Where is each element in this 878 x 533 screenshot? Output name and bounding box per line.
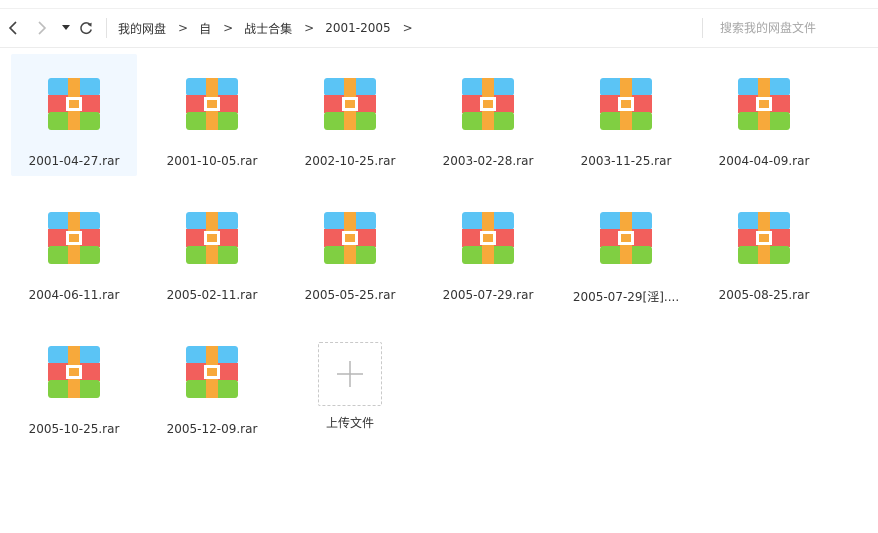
file-item[interactable]: 2005-07-29[淫]....	[563, 188, 689, 310]
breadcrumb: 我的网盘 > 自 > 战士合集 > 2001-2005 >	[118, 9, 424, 47]
breadcrumb-separator: >	[223, 21, 234, 35]
file-name: 2005-07-29.rar	[442, 288, 534, 302]
toolbar-divider	[106, 18, 107, 38]
search-input[interactable]	[710, 21, 870, 35]
archive-rar-icon	[48, 78, 100, 130]
archive-rar-icon	[462, 78, 514, 130]
archive-rar-icon	[600, 212, 652, 264]
file-name: 2005-12-09.rar	[166, 422, 258, 436]
file-item[interactable]: 2001-04-27.rar	[11, 54, 137, 176]
file-name: 2005-05-25.rar	[304, 288, 396, 302]
back-button[interactable]	[3, 17, 23, 39]
refresh-icon	[80, 22, 92, 35]
chevron-right-icon	[38, 21, 47, 35]
archive-rar-icon	[186, 346, 238, 398]
window-top-strip	[0, 0, 878, 9]
breadcrumb-separator: >	[178, 21, 189, 35]
archive-rar-icon	[48, 212, 100, 264]
history-dropdown-button[interactable]	[56, 17, 76, 39]
breadcrumb-item-level1[interactable]: 自	[199, 20, 211, 37]
search-box	[710, 16, 870, 40]
archive-rar-icon	[186, 78, 238, 130]
file-item[interactable]: 2005-12-09.rar	[149, 322, 275, 444]
file-item[interactable]: 2003-11-25.rar	[563, 54, 689, 176]
toolbar: 我的网盘 > 自 > 战士合集 > 2001-2005 >	[0, 9, 878, 48]
breadcrumb-separator: >	[402, 21, 413, 35]
file-item[interactable]: 2005-05-25.rar	[287, 188, 413, 310]
upload-item[interactable]: 上传文件	[287, 336, 413, 458]
file-name: 2003-02-28.rar	[442, 154, 534, 168]
breadcrumb-item-current[interactable]: 2001-2005	[325, 21, 390, 35]
file-name: 2004-04-09.rar	[718, 154, 810, 168]
archive-rar-icon	[462, 212, 514, 264]
file-item[interactable]: 2005-07-29.rar	[425, 188, 551, 310]
breadcrumb-item-root[interactable]: 我的网盘	[118, 20, 166, 37]
file-item[interactable]: 2005-02-11.rar	[149, 188, 275, 310]
file-item[interactable]: 2002-10-25.rar	[287, 54, 413, 176]
upload-label: 上传文件	[325, 416, 374, 430]
file-item[interactable]: 2005-08-25.rar	[701, 188, 827, 310]
file-name: 2005-07-29[淫]....	[572, 290, 680, 304]
file-name: 2001-10-05.rar	[166, 154, 258, 168]
archive-rar-icon	[600, 78, 652, 130]
file-name: 2002-10-25.rar	[304, 154, 396, 168]
file-item[interactable]: 2005-10-25.rar	[11, 322, 137, 444]
file-name: 2001-04-27.rar	[28, 154, 120, 168]
file-name: 2003-11-25.rar	[580, 154, 672, 168]
plus-icon	[337, 361, 363, 387]
archive-rar-icon	[186, 212, 238, 264]
archive-rar-icon	[738, 212, 790, 264]
chevron-left-icon	[8, 21, 17, 35]
search-divider	[702, 18, 703, 38]
file-item[interactable]: 2004-06-11.rar	[11, 188, 137, 310]
file-name: 2005-10-25.rar	[28, 422, 120, 436]
upload-button[interactable]	[318, 342, 382, 406]
forward-button[interactable]	[32, 17, 52, 39]
archive-rar-icon	[324, 212, 376, 264]
file-item[interactable]: 2003-02-28.rar	[425, 54, 551, 176]
file-item[interactable]: 2004-04-09.rar	[701, 54, 827, 176]
caret-down-icon	[62, 25, 70, 30]
file-name: 2004-06-11.rar	[28, 288, 120, 302]
file-name: 2005-02-11.rar	[166, 288, 258, 302]
file-name: 2005-08-25.rar	[718, 288, 810, 302]
refresh-button[interactable]	[76, 17, 96, 39]
breadcrumb-item-level2[interactable]: 战士合集	[244, 20, 292, 37]
archive-rar-icon	[48, 346, 100, 398]
archive-rar-icon	[738, 78, 790, 130]
breadcrumb-separator: >	[304, 21, 315, 35]
archive-rar-icon	[324, 78, 376, 130]
file-item[interactable]: 2001-10-05.rar	[149, 54, 275, 176]
